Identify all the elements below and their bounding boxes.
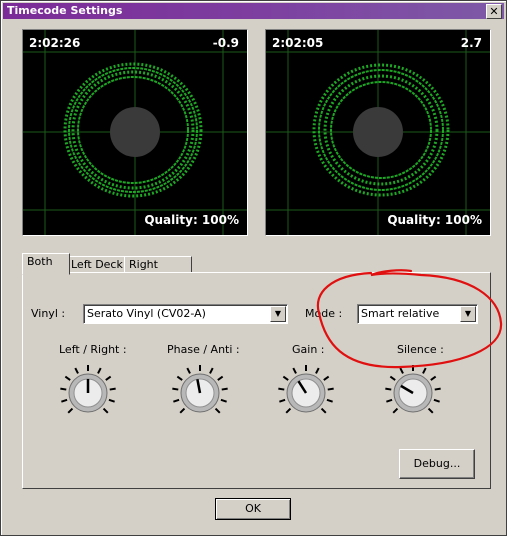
knob-label-left-right: Left / Right : — [59, 343, 127, 356]
scope-left-time: 2:02:26 — [29, 36, 81, 50]
mode-label: Mode : — [305, 307, 343, 320]
mode-select[interactable]: Smart relative ▼ — [357, 304, 478, 324]
timecode-settings-window: Timecode Settings ✕ 2:02:26 -0.9 Quality… — [0, 0, 507, 536]
close-button[interactable]: ✕ — [486, 4, 502, 19]
scope-right: 2:02:05 2.7 Quality: 100% — [265, 29, 491, 236]
scope-left: 2:02:26 -0.9 Quality: 100% — [22, 29, 248, 236]
knob-left-right[interactable] — [55, 361, 121, 421]
scope-right-time: 2:02:05 — [272, 36, 324, 50]
chevron-down-icon[interactable]: ▼ — [460, 306, 476, 322]
knob-phase-anti[interactable] — [167, 361, 233, 421]
vinyl-label: Vinyl : — [31, 307, 66, 320]
knob-gain[interactable] — [273, 361, 339, 421]
scope-right-plot — [266, 30, 490, 235]
ok-button[interactable]: OK — [215, 498, 291, 520]
mode-select-value: Smart relative — [361, 307, 440, 320]
tab-panel-both: Vinyl : Serato Vinyl (CV02-A) ▼ Mode : S… — [22, 272, 491, 489]
vinyl-select-value: Serato Vinyl (CV02-A) — [87, 307, 206, 320]
scope-left-plot — [23, 30, 247, 235]
knob-label-silence: Silence : — [397, 343, 444, 356]
knob-label-phase-anti: Phase / Anti : — [167, 343, 240, 356]
vinyl-select[interactable]: Serato Vinyl (CV02-A) ▼ — [83, 304, 288, 324]
knob-label-gain: Gain : — [292, 343, 325, 356]
chevron-down-icon[interactable]: ▼ — [270, 306, 286, 322]
tab-both[interactable]: Both — [22, 253, 70, 275]
knob-silence[interactable] — [380, 361, 446, 421]
title-bar[interactable]: Timecode Settings ✕ — [3, 3, 504, 19]
scope-right-quality: Quality: 100% — [387, 213, 482, 227]
scope-right-value: 2.7 — [460, 36, 482, 50]
scope-left-value: -0.9 — [212, 36, 239, 50]
scope-left-quality: Quality: 100% — [144, 213, 239, 227]
window-title: Timecode Settings — [7, 4, 123, 17]
debug-button[interactable]: Debug... — [399, 449, 475, 479]
